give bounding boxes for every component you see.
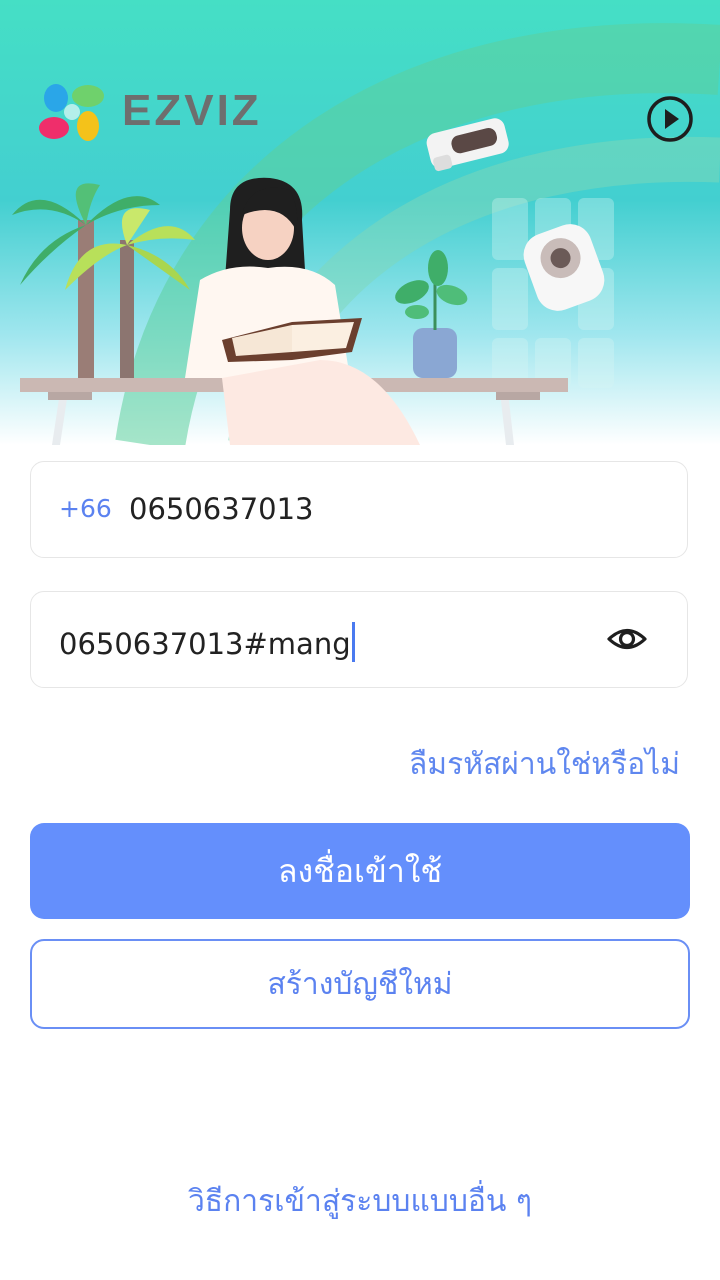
phone-field[interactable]: +66 0650637013 bbox=[30, 461, 688, 558]
password-input[interactable]: 0650637013#mang bbox=[59, 622, 355, 662]
brand-name: EZVIZ bbox=[122, 86, 262, 135]
ezviz-logo-icon bbox=[39, 84, 104, 141]
password-field[interactable]: 0650637013#mang bbox=[30, 591, 688, 688]
forgot-password-link[interactable]: ลืมรหัสผ่านใช่หรือไม่ bbox=[409, 741, 680, 788]
country-code-selector[interactable]: +66 bbox=[59, 494, 112, 523]
other-login-methods-link[interactable]: วิธีการเข้าสู่ระบบแบบอื่น ๆ bbox=[0, 1178, 720, 1225]
phone-input[interactable]: 0650637013 bbox=[129, 492, 314, 526]
eye-icon bbox=[607, 628, 647, 650]
ezviz-logo: EZVIZ bbox=[38, 78, 262, 144]
hero-banner: EZVIZ bbox=[0, 0, 720, 445]
login-button[interactable]: ลงชื่อเข้าใช้ bbox=[30, 823, 690, 919]
play-circle-icon bbox=[647, 96, 693, 142]
text-caret bbox=[351, 622, 355, 662]
toggle-password-visibility-button[interactable] bbox=[606, 622, 648, 656]
play-video-button[interactable] bbox=[645, 94, 695, 144]
password-text: 0650637013#mang bbox=[59, 627, 351, 661]
create-account-button[interactable]: สร้างบัญชีใหม่ bbox=[30, 939, 690, 1029]
hero-illustration bbox=[12, 23, 720, 445]
